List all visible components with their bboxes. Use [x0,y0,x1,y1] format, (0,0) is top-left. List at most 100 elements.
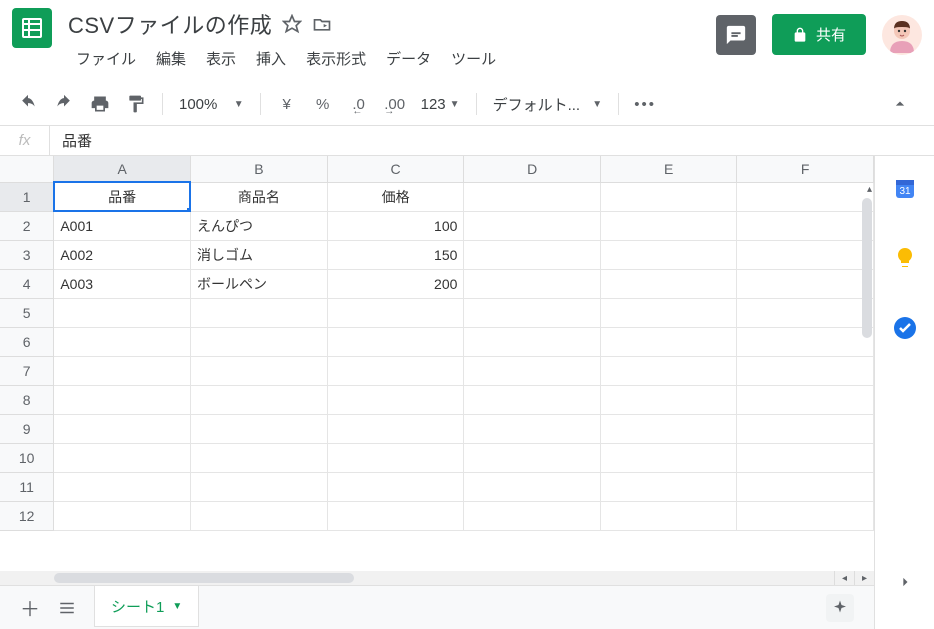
cell-E12[interactable] [600,501,737,530]
row-header-8[interactable]: 8 [0,385,54,414]
cell-E1[interactable] [600,182,737,211]
cell-B9[interactable] [190,414,327,443]
cell-C6[interactable] [327,327,464,356]
cell-C12[interactable] [327,501,464,530]
cell-D7[interactable] [464,356,601,385]
select-all-corner[interactable] [0,156,54,182]
cell-B11[interactable] [190,472,327,501]
cell-D12[interactable] [464,501,601,530]
cell-E8[interactable] [600,385,737,414]
cell-D6[interactable] [464,327,601,356]
cell-E4[interactable] [600,269,737,298]
row-header-9[interactable]: 9 [0,414,54,443]
cell-B2[interactable]: えんぴつ [190,211,327,240]
cell-D11[interactable] [464,472,601,501]
cell-C10[interactable] [327,443,464,472]
number-format-dropdown[interactable]: 123▼ [415,92,466,117]
column-header-A[interactable]: A [54,156,191,182]
menu-データ[interactable]: データ [378,44,439,73]
paint-format-button[interactable] [120,89,152,119]
cell-A12[interactable] [54,501,191,530]
cell-E6[interactable] [600,327,737,356]
cell-B8[interactable] [190,385,327,414]
cell-F6[interactable] [737,327,874,356]
horizontal-scrollbar[interactable] [54,573,354,583]
cell-D3[interactable] [464,240,601,269]
cell-F5[interactable] [737,298,874,327]
cell-F12[interactable] [737,501,874,530]
account-avatar[interactable] [882,15,922,55]
cell-D4[interactable] [464,269,601,298]
cell-C3[interactable]: 150 [327,240,464,269]
sheet-tab[interactable]: シート1 ▼ [94,586,199,627]
all-sheets-button[interactable] [58,599,76,617]
zoom-dropdown[interactable]: 100% ▼ [173,92,250,117]
cell-C2[interactable]: 100 [327,211,464,240]
cell-D5[interactable] [464,298,601,327]
cell-F9[interactable] [737,414,874,443]
menu-ツール[interactable]: ツール [443,44,504,73]
column-header-E[interactable]: E [600,156,737,182]
menu-ファイル[interactable]: ファイル [68,44,144,73]
cell-E10[interactable] [600,443,737,472]
scroll-right-button[interactable]: ▸ [854,571,874,585]
comments-button[interactable] [716,15,756,55]
cell-F3[interactable] [737,240,874,269]
move-icon[interactable] [312,14,332,34]
row-header-5[interactable]: 5 [0,298,54,327]
cell-A3[interactable]: A002 [54,240,191,269]
cell-D2[interactable] [464,211,601,240]
cell-F8[interactable] [737,385,874,414]
cell-C8[interactable] [327,385,464,414]
cell-C7[interactable] [327,356,464,385]
menu-編集[interactable]: 編集 [148,44,194,73]
tasks-icon[interactable] [893,316,917,340]
row-header-12[interactable]: 12 [0,501,54,530]
cell-B3[interactable]: 消しゴム [190,240,327,269]
increase-decimal-button[interactable]: .00→ [379,89,411,119]
row-header-11[interactable]: 11 [0,472,54,501]
calendar-icon[interactable]: 31 [893,176,917,200]
cell-E5[interactable] [600,298,737,327]
row-header-1[interactable]: 1 [0,182,54,211]
cell-B1[interactable]: 商品名 [190,182,327,211]
cell-B5[interactable] [190,298,327,327]
cell-F10[interactable] [737,443,874,472]
cell-C11[interactable] [327,472,464,501]
cell-E11[interactable] [600,472,737,501]
cell-A8[interactable] [54,385,191,414]
cell-D9[interactable] [464,414,601,443]
document-title[interactable]: CSVファイルの作成 [68,8,272,40]
row-header-10[interactable]: 10 [0,443,54,472]
sheets-logo[interactable] [12,8,52,48]
column-header-B[interactable]: B [190,156,327,182]
cell-F4[interactable] [737,269,874,298]
cell-A2[interactable]: A001 [54,211,191,240]
column-header-F[interactable]: F [737,156,874,182]
column-header-C[interactable]: C [327,156,464,182]
collapse-toolbar-button[interactable] [878,90,922,118]
row-header-2[interactable]: 2 [0,211,54,240]
cell-D1[interactable] [464,182,601,211]
cell-D8[interactable] [464,385,601,414]
redo-button[interactable] [48,89,80,119]
row-header-6[interactable]: 6 [0,327,54,356]
cell-F1[interactable] [737,182,874,211]
print-button[interactable] [84,89,116,119]
cell-D10[interactable] [464,443,601,472]
cell-A7[interactable] [54,356,191,385]
cell-C4[interactable]: 200 [327,269,464,298]
undo-button[interactable] [12,89,44,119]
cell-F7[interactable] [737,356,874,385]
cell-A10[interactable] [54,443,191,472]
share-button[interactable]: 共有 [772,14,866,55]
cell-C1[interactable]: 価格 [327,182,464,211]
scroll-left-button[interactable]: ◂ [834,571,854,585]
vertical-scrollbar[interactable] [862,198,872,338]
cell-B7[interactable] [190,356,327,385]
explore-button[interactable] [826,594,854,622]
scroll-up-button[interactable]: ▴ [867,184,872,195]
keep-icon[interactable] [893,246,917,270]
cell-B6[interactable] [190,327,327,356]
more-tools-button[interactable]: ••• [629,89,661,119]
